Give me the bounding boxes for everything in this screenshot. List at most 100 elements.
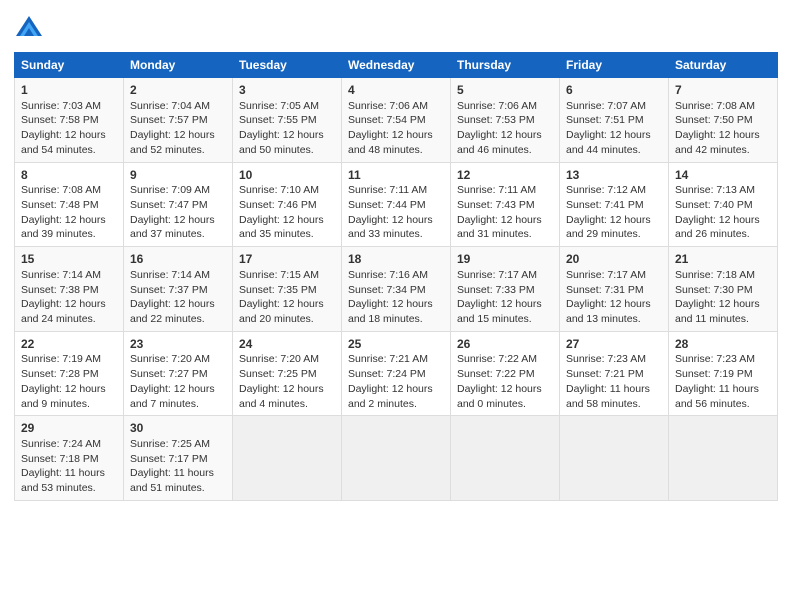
day-info-line: Sunrise: 7:11 AM [348, 183, 444, 198]
day-number: 21 [675, 251, 771, 268]
day-info-line: Sunset: 7:51 PM [566, 113, 662, 128]
day-info-line: and 58 minutes. [566, 397, 662, 412]
logo [14, 14, 48, 44]
day-info-line: and 15 minutes. [457, 312, 553, 327]
day-info-line: Daylight: 12 hours [675, 128, 771, 143]
day-info-line: Sunrise: 7:18 AM [675, 268, 771, 283]
day-info-line: and 9 minutes. [21, 397, 117, 412]
day-info-line: Daylight: 12 hours [239, 128, 335, 143]
calendar-cell: 26Sunrise: 7:22 AMSunset: 7:22 PMDayligh… [451, 331, 560, 416]
calendar-cell: 10Sunrise: 7:10 AMSunset: 7:46 PMDayligh… [233, 162, 342, 247]
day-number: 7 [675, 82, 771, 99]
day-info-line: Sunset: 7:25 PM [239, 367, 335, 382]
calendar-cell: 22Sunrise: 7:19 AMSunset: 7:28 PMDayligh… [15, 331, 124, 416]
calendar-cell: 15Sunrise: 7:14 AMSunset: 7:38 PMDayligh… [15, 247, 124, 332]
day-info-line: Daylight: 12 hours [675, 297, 771, 312]
day-info-line: and 37 minutes. [130, 227, 226, 242]
calendar-cell: 12Sunrise: 7:11 AMSunset: 7:43 PMDayligh… [451, 162, 560, 247]
day-info-line: and 39 minutes. [21, 227, 117, 242]
day-number: 4 [348, 82, 444, 99]
week-row-1: 1Sunrise: 7:03 AMSunset: 7:58 PMDaylight… [15, 78, 778, 163]
calendar-cell: 7Sunrise: 7:08 AMSunset: 7:50 PMDaylight… [669, 78, 778, 163]
day-info-line: Sunrise: 7:10 AM [239, 183, 335, 198]
calendar-cell: 13Sunrise: 7:12 AMSunset: 7:41 PMDayligh… [560, 162, 669, 247]
calendar-cell [451, 416, 560, 501]
day-info-line: Daylight: 11 hours [130, 466, 226, 481]
day-info-line: Daylight: 12 hours [21, 213, 117, 228]
week-row-4: 22Sunrise: 7:19 AMSunset: 7:28 PMDayligh… [15, 331, 778, 416]
day-info-line: Daylight: 11 hours [675, 382, 771, 397]
calendar-cell: 21Sunrise: 7:18 AMSunset: 7:30 PMDayligh… [669, 247, 778, 332]
day-info-line: Sunset: 7:22 PM [457, 367, 553, 382]
day-number: 1 [21, 82, 117, 99]
day-info-line: Sunset: 7:55 PM [239, 113, 335, 128]
col-header-monday: Monday [124, 53, 233, 78]
day-info-line: and 18 minutes. [348, 312, 444, 327]
calendar-cell [342, 416, 451, 501]
day-number: 10 [239, 167, 335, 184]
day-info-line: Daylight: 12 hours [21, 297, 117, 312]
day-info-line: Sunrise: 7:07 AM [566, 99, 662, 114]
week-row-2: 8Sunrise: 7:08 AMSunset: 7:48 PMDaylight… [15, 162, 778, 247]
day-info-line: Sunset: 7:31 PM [566, 283, 662, 298]
day-info-line: Daylight: 12 hours [566, 297, 662, 312]
day-info-line: and 29 minutes. [566, 227, 662, 242]
day-info-line: Sunrise: 7:11 AM [457, 183, 553, 198]
col-header-friday: Friday [560, 53, 669, 78]
day-info-line: Sunrise: 7:23 AM [566, 352, 662, 367]
day-info-line: Sunrise: 7:20 AM [130, 352, 226, 367]
day-info-line: Daylight: 12 hours [566, 213, 662, 228]
day-info-line: and 52 minutes. [130, 143, 226, 158]
day-number: 14 [675, 167, 771, 184]
day-info-line: Sunrise: 7:06 AM [348, 99, 444, 114]
day-info-line: Daylight: 12 hours [457, 128, 553, 143]
day-info-line: and 26 minutes. [675, 227, 771, 242]
day-info-line: Sunset: 7:17 PM [130, 452, 226, 467]
calendar-cell: 29Sunrise: 7:24 AMSunset: 7:18 PMDayligh… [15, 416, 124, 501]
calendar-cell: 20Sunrise: 7:17 AMSunset: 7:31 PMDayligh… [560, 247, 669, 332]
day-info-line: Sunset: 7:40 PM [675, 198, 771, 213]
day-info-line: Daylight: 12 hours [130, 213, 226, 228]
day-info-line: Sunrise: 7:06 AM [457, 99, 553, 114]
week-row-3: 15Sunrise: 7:14 AMSunset: 7:38 PMDayligh… [15, 247, 778, 332]
day-info-line: Sunset: 7:47 PM [130, 198, 226, 213]
calendar-cell [669, 416, 778, 501]
day-info-line: and 22 minutes. [130, 312, 226, 327]
calendar-cell: 6Sunrise: 7:07 AMSunset: 7:51 PMDaylight… [560, 78, 669, 163]
day-number: 8 [21, 167, 117, 184]
day-info-line: and 11 minutes. [675, 312, 771, 327]
day-info-line: Sunset: 7:50 PM [675, 113, 771, 128]
day-info-line: Sunrise: 7:16 AM [348, 268, 444, 283]
calendar-cell [233, 416, 342, 501]
day-number: 2 [130, 82, 226, 99]
day-info-line: and 35 minutes. [239, 227, 335, 242]
day-info-line: Sunrise: 7:08 AM [21, 183, 117, 198]
calendar-table: SundayMondayTuesdayWednesdayThursdayFrid… [14, 52, 778, 501]
calendar-cell: 5Sunrise: 7:06 AMSunset: 7:53 PMDaylight… [451, 78, 560, 163]
day-info-line: Daylight: 12 hours [239, 213, 335, 228]
day-number: 12 [457, 167, 553, 184]
day-info-line: Sunrise: 7:14 AM [21, 268, 117, 283]
calendar-cell: 1Sunrise: 7:03 AMSunset: 7:58 PMDaylight… [15, 78, 124, 163]
day-info-line: and 48 minutes. [348, 143, 444, 158]
day-info-line: Daylight: 12 hours [675, 213, 771, 228]
day-number: 18 [348, 251, 444, 268]
day-info-line: and 54 minutes. [21, 143, 117, 158]
day-info-line: Sunrise: 7:23 AM [675, 352, 771, 367]
day-info-line: and 33 minutes. [348, 227, 444, 242]
day-info-line: and 13 minutes. [566, 312, 662, 327]
day-number: 15 [21, 251, 117, 268]
logo-icon [14, 14, 44, 44]
day-info-line: Sunrise: 7:25 AM [130, 437, 226, 452]
calendar-cell: 8Sunrise: 7:08 AMSunset: 7:48 PMDaylight… [15, 162, 124, 247]
day-info-line: Sunset: 7:30 PM [675, 283, 771, 298]
day-number: 9 [130, 167, 226, 184]
day-info-line: Sunrise: 7:22 AM [457, 352, 553, 367]
day-info-line: Daylight: 11 hours [566, 382, 662, 397]
day-info-line: and 51 minutes. [130, 481, 226, 496]
day-info-line: Sunset: 7:35 PM [239, 283, 335, 298]
day-info-line: Sunset: 7:24 PM [348, 367, 444, 382]
header [14, 10, 778, 44]
day-info-line: Sunset: 7:37 PM [130, 283, 226, 298]
day-info-line: Sunset: 7:19 PM [675, 367, 771, 382]
